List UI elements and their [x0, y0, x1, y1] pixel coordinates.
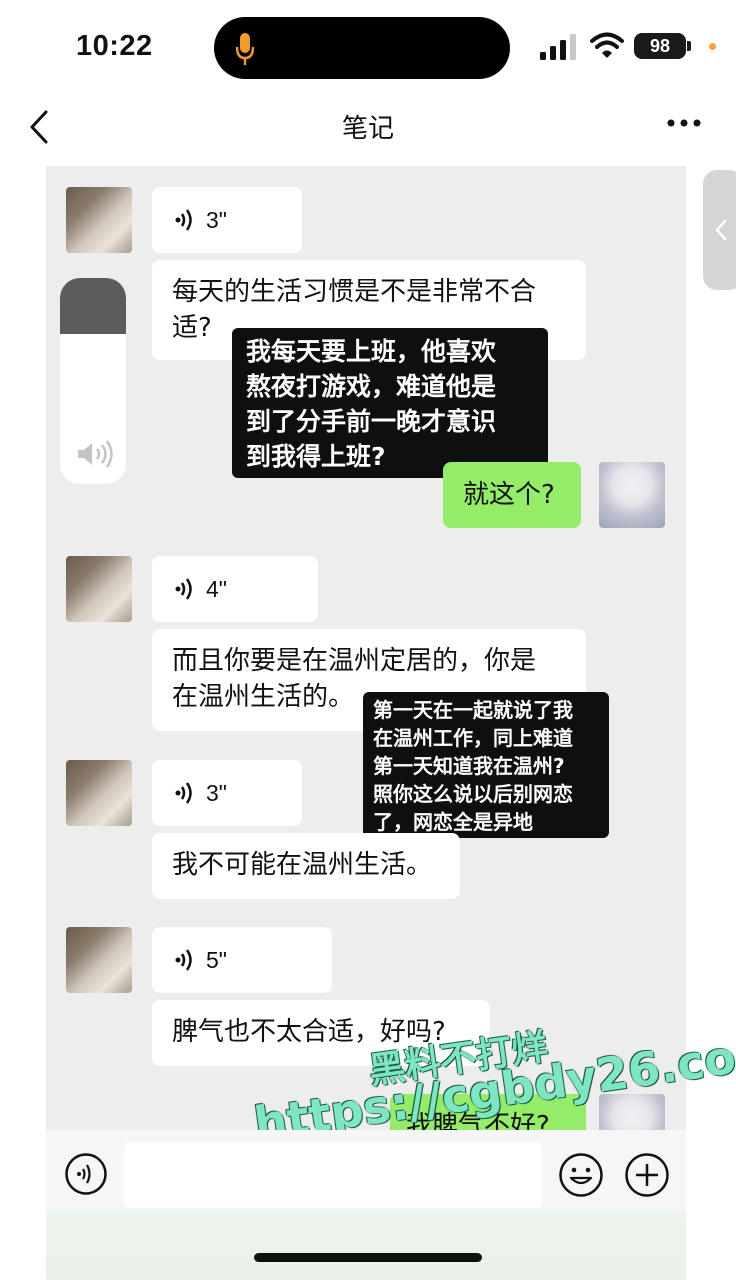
voice-wave-icon: [175, 949, 192, 971]
emoji-icon[interactable]: [558, 1152, 604, 1198]
contact-avatar[interactable]: [66, 760, 132, 826]
cellular-signal-icon: [540, 34, 576, 60]
more-options-icon[interactable]: [664, 113, 704, 133]
caption-line: 第一天在一起就说了我: [373, 698, 573, 722]
message-text: 而且你要是在温州定居的，你是: [172, 646, 537, 676]
volume-level-fill: [60, 278, 126, 334]
voice-duration: 3": [206, 207, 227, 233]
privacy-indicator-dot: [709, 43, 716, 50]
voice-duration: 5": [206, 947, 227, 973]
chevron-left-icon: [715, 219, 727, 241]
voice-input-icon[interactable]: [64, 1152, 108, 1196]
voice-duration: 3": [206, 780, 227, 806]
caption-line: 到了分手前一晚才意识: [246, 407, 497, 436]
annotation-caption: 第一天在一起就说了我 在温州工作，同上难道 第一天知道我在温州? 照你这么说以后…: [363, 692, 609, 838]
voice-wave-icon: [175, 209, 192, 231]
voice-message[interactable]: 3": [152, 187, 302, 253]
sent-message[interactable]: 就这个?: [443, 462, 581, 528]
transcribed-text: 我不可能在温州生活。: [152, 833, 460, 899]
voice-message[interactable]: 5": [152, 927, 332, 993]
message-text: 就这个?: [463, 480, 555, 510]
plus-icon[interactable]: [624, 1152, 670, 1198]
speaker-icon: [78, 440, 113, 468]
back-chevron-icon[interactable]: [26, 108, 54, 146]
contact-avatar[interactable]: [66, 927, 132, 993]
page-title: 笔记: [341, 114, 394, 144]
dynamic-island: [214, 17, 510, 79]
voice-wave-icon: [175, 782, 192, 804]
contact-avatar[interactable]: [66, 556, 132, 622]
caption-line: 在温州工作，同上难道: [373, 726, 573, 750]
home-indicator[interactable]: [254, 1253, 482, 1262]
user-avatar[interactable]: [599, 462, 665, 528]
wifi-icon: [590, 32, 624, 58]
status-time: 10:22: [76, 30, 153, 62]
bottom-area: [46, 1210, 686, 1280]
caption-line: 第一天知道我在温州?: [373, 754, 565, 778]
microphone-icon: [236, 33, 254, 65]
caption-line: 了，网恋全是异地: [373, 810, 533, 834]
message-text: 我不可能在温州生活。: [172, 850, 433, 880]
battery-level: 98: [634, 33, 686, 59]
side-panel-handle[interactable]: [703, 170, 736, 290]
voice-message[interactable]: 4": [152, 556, 318, 622]
voice-wave-icon: [175, 578, 192, 600]
voice-duration: 4": [206, 576, 227, 602]
battery-tip: [687, 41, 691, 51]
caption-line: 照你这么说以后别网恋: [373, 782, 573, 806]
caption-line: 我每天要上班，他喜欢: [246, 337, 497, 366]
contact-avatar[interactable]: [66, 187, 132, 253]
voice-message[interactable]: 3": [152, 760, 302, 826]
annotation-caption: 我每天要上班，他喜欢 熬夜打游戏，难道他是 到了分手前一晚才意识 到我得上班?: [232, 328, 548, 478]
message-input[interactable]: [124, 1142, 542, 1208]
caption-line: 熬夜打游戏，难道他是: [246, 372, 497, 401]
